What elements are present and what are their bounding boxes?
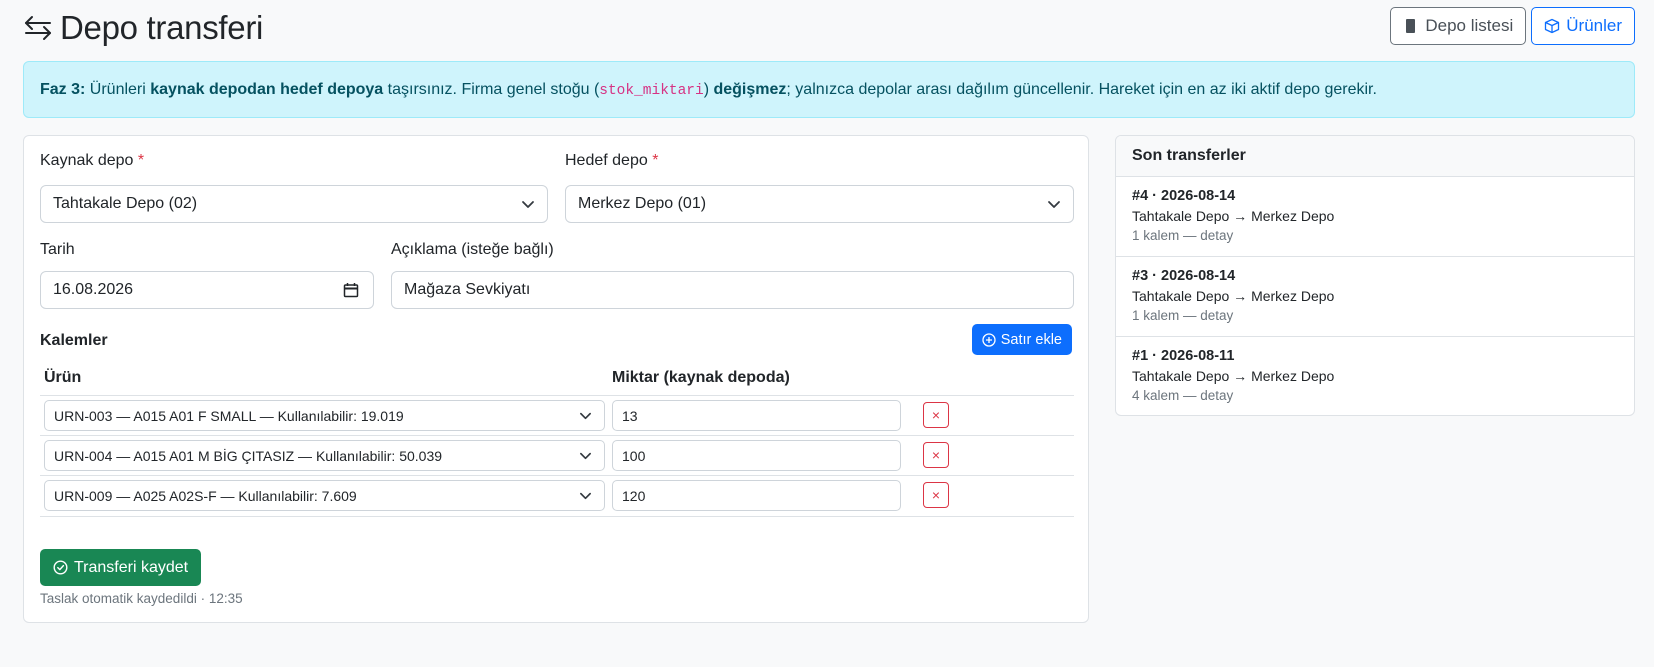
page-header: Depo transferi: [23, 6, 263, 50]
top-actions: Depo listesi Ürünler: [1390, 7, 1635, 45]
chevron-down-icon: [580, 412, 591, 420]
alert-text-4: ; yalnızca depolar arası dağılım güncell…: [786, 80, 1377, 98]
row-product-select[interactable]: URN-009 — A025 A02S-F — Kullanılabilir: …: [44, 480, 605, 511]
row-qty-input[interactable]: 100: [612, 440, 901, 471]
alert-text-1: Ürünleri: [85, 80, 151, 98]
info-alert: Faz 3: Ürünleri kaynak depodan hedef dep…: [23, 61, 1635, 118]
transfer-title: #1 · 2026-08-11: [1132, 348, 1235, 364]
list-item[interactable]: #3 · 2026-08-14 Tahtakale Depo → Merkez …: [1116, 257, 1634, 337]
transfer-route: Tahtakale Depo → Merkez Depo: [1132, 208, 1335, 224]
check-circle-icon: [53, 560, 68, 575]
chevron-down-icon: [580, 452, 591, 460]
transfer-route: Tahtakale Depo → Merkez Depo: [1132, 368, 1335, 384]
items-section-title: Kalemler: [40, 332, 108, 349]
recent-transfers-card: Son transferler #4 · 2026-08-14 Tahtakal…: [1115, 135, 1635, 416]
source-depo-label: Kaynak depo *: [40, 152, 145, 169]
calendar-icon[interactable]: [343, 282, 359, 298]
building-icon: [1406, 19, 1416, 33]
col-qty-header: Miktar (kaynak depoda): [612, 369, 790, 386]
row-qty-input[interactable]: 120: [612, 480, 901, 511]
transfer-meta: 1 kalem — detay: [1132, 308, 1234, 323]
draft-status: Taslak otomatik kaydedildi · 12:35: [40, 591, 243, 606]
table-divider: [40, 475, 1074, 476]
transfer-meta: 1 kalem — detay: [1132, 228, 1234, 243]
description-label: Açıklama (isteğe bağlı): [391, 241, 554, 258]
transfer-meta: 4 kalem — detay: [1132, 388, 1234, 403]
alert-code: stok_miktari: [599, 82, 704, 99]
transfer-form-card: Kaynak depo * Tahtakale Depo (02) Hedef …: [23, 135, 1089, 623]
transfer-title: #4 · 2026-08-14: [1132, 188, 1236, 204]
save-transfer-button[interactable]: Transferi kaydet: [40, 549, 202, 586]
depo-list-label: Depo listesi: [1425, 16, 1514, 35]
row-qty-input[interactable]: 13: [612, 400, 901, 431]
plus-circle-icon: [982, 332, 996, 347]
table-divider: [40, 516, 1074, 517]
source-depo-select[interactable]: Tahtakale Depo (02): [40, 185, 548, 223]
alert-phase: Faz 3:: [40, 80, 86, 98]
add-row-button[interactable]: Satır ekle: [971, 324, 1072, 355]
date-label: Tarih: [40, 241, 75, 258]
box-icon: [1545, 18, 1560, 34]
target-depo-label: Hedef depo *: [565, 152, 659, 169]
alert-bold-2: değişmez: [713, 80, 787, 98]
row-product-select[interactable]: URN-003 — A015 A01 F SMALL — Kullanılabi…: [44, 400, 605, 431]
products-label: Ürünler: [1566, 16, 1622, 35]
chevron-down-icon: [580, 492, 591, 500]
page-title: Depo transferi: [60, 9, 264, 46]
recent-transfers-title: Son transferler: [1116, 136, 1634, 177]
row-delete-button[interactable]: ×: [923, 442, 949, 468]
depo-list-button[interactable]: Depo listesi: [1390, 7, 1527, 45]
alert-text-2: taşırsınız. Firma genel stoğu (: [383, 80, 600, 98]
target-depo-select[interactable]: Merkez Depo (01): [565, 185, 1074, 223]
chevron-down-icon: [522, 201, 534, 208]
transfer-title: #3 · 2026-08-14: [1132, 268, 1236, 284]
alert-bold-1: kaynak depodan hedef depoya: [150, 80, 384, 98]
transfer-arrows-icon: [25, 16, 51, 40]
description-input[interactable]: Mağaza Sevkiyatı: [391, 271, 1074, 309]
row-delete-button[interactable]: ×: [923, 402, 949, 428]
table-divider: [40, 435, 1074, 436]
list-item[interactable]: #4 · 2026-08-14 Tahtakale Depo → Merkez …: [1116, 177, 1634, 257]
list-item[interactable]: #1 · 2026-08-11 Tahtakale Depo → Merkez …: [1116, 337, 1634, 415]
products-button[interactable]: Ürünler: [1531, 7, 1635, 45]
row-product-select[interactable]: URN-004 — A015 A01 M BİG ÇITASIZ — Kulla…: [44, 440, 605, 471]
transfer-route: Tahtakale Depo → Merkez Depo: [1132, 288, 1335, 304]
date-input[interactable]: 16.08.2026: [40, 271, 374, 309]
chevron-down-icon: [1048, 201, 1060, 208]
row-delete-button[interactable]: ×: [923, 482, 949, 508]
col-product-header: Ürün: [44, 369, 82, 386]
table-divider: [40, 395, 1074, 396]
